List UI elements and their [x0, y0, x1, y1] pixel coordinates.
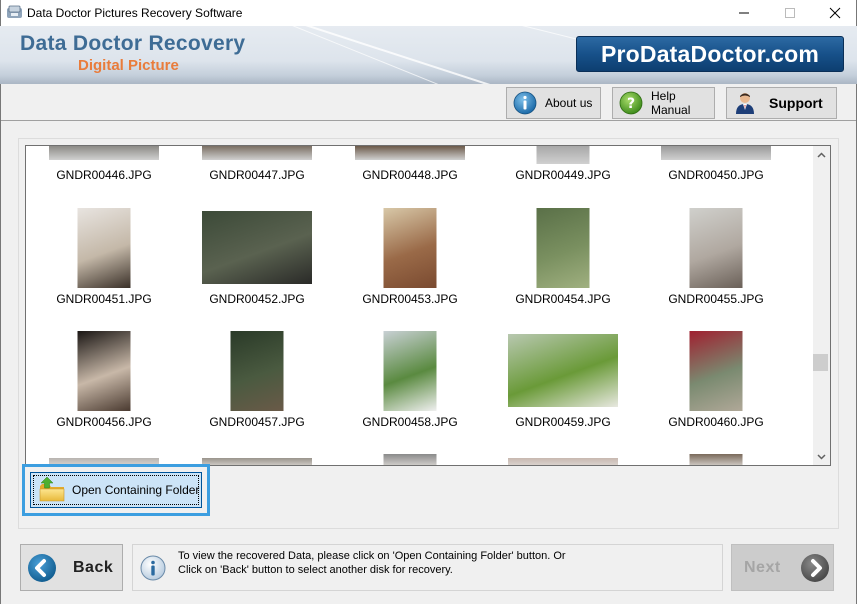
picture-thumbnail: [77, 208, 131, 288]
picture-tile[interactable]: GNDR00453.JPG: [335, 208, 485, 308]
picture-filename: GNDR00452.JPG: [209, 292, 305, 306]
app-icon: [7, 5, 22, 18]
picture-tile[interactable]: GNDR00451.JPG: [29, 208, 179, 308]
next-button[interactable]: Next: [731, 544, 834, 591]
picture-tile[interactable]: GNDR00449.JPG: [488, 146, 638, 186]
about-us-button[interactable]: About us: [506, 87, 601, 119]
support-label: Support: [769, 95, 823, 111]
picture-thumbnail: [689, 454, 743, 465]
scroll-up-button[interactable]: [813, 146, 830, 163]
picture-thumbnail: [508, 334, 618, 407]
folder-open-icon: [39, 476, 65, 502]
help-manual-button[interactable]: ? Help Manual: [612, 87, 715, 119]
vertical-scrollbar[interactable]: [813, 146, 830, 465]
title-bar: Data Doctor Pictures Recovery Software: [0, 0, 857, 26]
picture-filename: GNDR00446.JPG: [56, 168, 152, 182]
picture-thumbnail: [383, 454, 437, 465]
picture-filename: GNDR00447.JPG: [209, 168, 305, 182]
picture-tile[interactable]: GNDR00460.JPG: [641, 331, 791, 431]
maximize-button[interactable]: [767, 0, 813, 26]
minimize-icon: [739, 12, 749, 14]
toolbar: About us ? Help Manual Support: [0, 84, 857, 121]
info-icon: [513, 91, 537, 115]
banner-decoration: [249, 26, 498, 84]
picture-thumbnail: [383, 331, 437, 411]
picture-thumbnail: [49, 146, 159, 160]
picture-tile[interactable]: GNDR00457.JPG: [182, 331, 332, 431]
picture-tile[interactable]: GNDR00452.JPG: [182, 208, 332, 308]
picture-thumbnail: [355, 146, 465, 160]
picture-filename: GNDR00457.JPG: [209, 415, 305, 429]
picture-tile[interactable]: GNDR00450.JPG: [641, 146, 791, 186]
window-title: Data Doctor Pictures Recovery Software: [27, 6, 243, 20]
picture-thumbnail: [689, 208, 743, 288]
picture-filename: GNDR00460.JPG: [668, 415, 764, 429]
back-button[interactable]: Back: [20, 544, 123, 591]
instruction-line-1: To view the recovered Data, please click…: [178, 550, 566, 562]
scroll-thumb[interactable]: [813, 354, 828, 371]
next-arrow-icon: [800, 553, 829, 582]
picture-filename: GNDR00456.JPG: [56, 415, 152, 429]
picture-thumbnail: [230, 331, 284, 411]
header-banner: Data Doctor Recovery Digital Picture Pro…: [0, 26, 857, 84]
picture-tile[interactable]: [641, 454, 791, 465]
picture-thumbnail: [689, 331, 743, 411]
picture-filename: GNDR00453.JPG: [362, 292, 458, 306]
picture-filename: GNDR00459.JPG: [515, 415, 611, 429]
picture-thumbnail: [383, 208, 437, 288]
scroll-down-button[interactable]: [813, 448, 830, 465]
picture-filename: GNDR00458.JPG: [362, 415, 458, 429]
chevron-down-icon: [817, 453, 826, 460]
info-icon: [140, 555, 166, 581]
open-folder-focus-frame: Open Containing Folder: [22, 464, 210, 516]
picture-thumbnail: [536, 208, 590, 288]
back-arrow-icon: [28, 553, 56, 582]
next-label: Next: [744, 558, 781, 576]
picture-tile[interactable]: GNDR00459.JPG: [488, 331, 638, 431]
close-icon: [829, 7, 841, 19]
help-manual-label: Help Manual: [651, 89, 691, 117]
picture-tile[interactable]: GNDR00458.JPG: [335, 331, 485, 431]
window-border: [0, 84, 1, 604]
help-icon: ?: [619, 91, 643, 115]
site-logo-badge[interactable]: ProDataDoctor.com: [576, 36, 844, 72]
minimize-button[interactable]: [721, 0, 767, 26]
picture-filename: GNDR00448.JPG: [362, 168, 458, 182]
picture-tile[interactable]: GNDR00456.JPG: [29, 331, 179, 431]
back-label: Back: [73, 558, 114, 576]
picture-thumbnail: [77, 331, 131, 411]
picture-tile[interactable]: GNDR00454.JPG: [488, 208, 638, 308]
picture-tile[interactable]: GNDR00446.JPG: [29, 146, 179, 186]
support-button[interactable]: Support: [726, 87, 837, 119]
picture-tile[interactable]: [488, 454, 638, 465]
support-person-icon: [736, 93, 754, 114]
brand-subtitle: Digital Picture: [78, 57, 179, 74]
recovered-pictures-gallery[interactable]: GNDR00446.JPG GNDR00447.JPG GNDR00448.JPG G…: [25, 145, 831, 466]
picture-thumbnail: [202, 146, 312, 160]
picture-thumbnail: [536, 146, 590, 164]
picture-filename: GNDR00450.JPG: [668, 168, 764, 182]
picture-filename: GNDR00449.JPG: [515, 168, 611, 182]
picture-tile[interactable]: [335, 454, 485, 465]
close-button[interactable]: [812, 0, 857, 26]
picture-tile[interactable]: GNDR00447.JPG: [182, 146, 332, 186]
picture-filename: GNDR00454.JPG: [515, 292, 611, 306]
picture-thumbnail: [202, 458, 312, 465]
picture-filename: GNDR00455.JPG: [668, 292, 764, 306]
about-us-label: About us: [545, 96, 593, 110]
picture-filename: GNDR00451.JPG: [56, 292, 152, 306]
instruction-line-2: Click on 'Back' button to select another…: [178, 564, 453, 576]
instructions-box: To view the recovered Data, please click…: [132, 544, 723, 591]
svg-text:?: ?: [627, 96, 635, 112]
open-containing-folder-label: Open Containing Folder: [72, 483, 200, 497]
picture-thumbnail: [202, 211, 312, 284]
picture-tile[interactable]: GNDR00455.JPG: [641, 208, 791, 308]
chevron-up-icon: [817, 151, 826, 158]
picture-tile[interactable]: GNDR00448.JPG: [335, 146, 485, 186]
maximize-icon: [785, 8, 795, 18]
brand-title: Data Doctor Recovery: [20, 32, 246, 55]
picture-thumbnail: [508, 458, 618, 465]
open-containing-folder-button[interactable]: Open Containing Folder: [30, 472, 202, 508]
picture-thumbnail: [661, 146, 771, 160]
